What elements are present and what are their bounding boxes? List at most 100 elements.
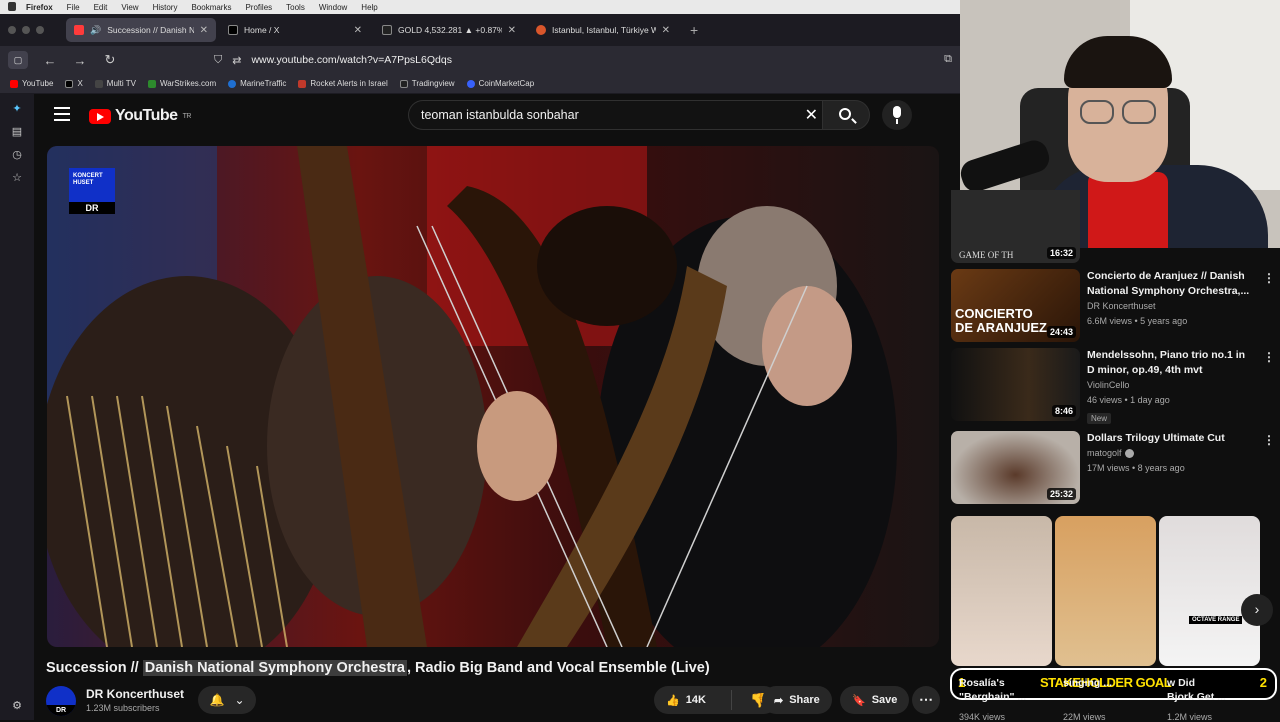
video-thumbnail[interactable]: 8:46 — [951, 348, 1080, 421]
tab-weather[interactable]: Istanbul, Istanbul, Türkiye Weath ✕ — [528, 18, 678, 42]
close-tab-icon[interactable]: ✕ — [354, 25, 362, 36]
video-thumbnail[interactable]: 25:32 — [951, 431, 1080, 504]
tab-gold[interactable]: GOLD 4,532.281 ▲ +0.87% Unn ✕ — [374, 18, 524, 42]
chevron-right-icon[interactable]: › — [1241, 594, 1273, 626]
video-duration: 16:32 — [1046, 247, 1076, 259]
bookmarks-bar: YouTube X Multi TV WarStrikes.com Marine… — [0, 74, 960, 94]
page-settings-icon[interactable]: ⇄ — [232, 54, 241, 67]
speaker-icon[interactable]: 🔊 — [90, 25, 101, 36]
browser-tab-bar: 🔊 Succession // Danish Nation ✕ Home / X… — [0, 14, 960, 46]
bookmark-tradingview[interactable]: Tradingview — [399, 79, 455, 88]
more-options-icon[interactable]: ⋮ — [1263, 271, 1275, 285]
synced-tabs-icon[interactable]: ▤ — [12, 125, 22, 138]
short-thumbnail[interactable] — [951, 516, 1052, 666]
menu-app[interactable]: Firefox — [26, 3, 53, 12]
bookmarks-star-icon[interactable]: ☆ — [12, 171, 22, 184]
bookmark-multitv[interactable]: Multi TV — [94, 79, 136, 88]
menu-window[interactable]: Window — [319, 3, 347, 12]
list-item[interactable]: GAME OF TH 16:32 — [951, 190, 1280, 264]
tab-youtube[interactable]: 🔊 Succession // Danish Nation ✕ — [66, 18, 216, 42]
menu-edit[interactable]: Edit — [94, 3, 108, 12]
clear-search-icon[interactable]: ✕ — [805, 105, 818, 125]
tab-x[interactable]: Home / X ✕ — [220, 18, 370, 42]
bookmark-x[interactable]: X — [65, 79, 83, 88]
new-tab-icon[interactable]: + — [682, 22, 706, 38]
menu-tools[interactable]: Tools — [286, 3, 305, 12]
video-thumbnail[interactable]: CONCIERTO DE ARANJUEZ 24:43 — [951, 269, 1080, 342]
like-button[interactable]: 👍 14K — [654, 690, 732, 710]
close-tab-icon[interactable]: ✕ — [662, 25, 670, 36]
video-info[interactable]: Mendelssohn, Piano trio no.1 in D minor,… — [1087, 348, 1255, 426]
shield-icon[interactable]: ⛉ — [214, 54, 222, 67]
subscribed-button[interactable]: 🔔 ⌄ — [198, 686, 256, 714]
menu-help[interactable]: Help — [361, 3, 377, 12]
youtube-logo[interactable]: YouTube TR — [89, 107, 191, 125]
video-info[interactable]: Dollars Trilogy Ultimate Cut matogolf 17… — [1087, 431, 1255, 476]
short-title[interactable]: w Did Bjork Get ... — [1167, 676, 1263, 704]
menu-profiles[interactable]: Profiles — [245, 3, 272, 12]
sidebar-toggle-icon[interactable]: ▢ — [8, 51, 28, 69]
back-icon[interactable]: ← — [42, 53, 58, 68]
zoom-window-icon[interactable] — [36, 26, 44, 34]
short-views: 394K views — [959, 712, 1006, 722]
short-views: 22M views — [1063, 712, 1106, 722]
channel-avatar[interactable] — [46, 686, 76, 716]
video-meta: 6.6M views • 5 years ago — [1087, 316, 1188, 326]
video-channel[interactable]: matogolf — [1087, 448, 1122, 458]
sidebar-settings-icon[interactable]: ⚙ — [12, 699, 22, 712]
window-controls — [0, 26, 66, 34]
list-item[interactable]: CONCIERTO DE ARANJUEZ 24:43 Concierto de… — [951, 269, 1280, 349]
menu-file[interactable]: File — [67, 3, 80, 12]
url-text[interactable]: www.youtube.com/watch?v=A7PpsL6Qdqs — [251, 54, 451, 66]
shorts-shelf: OCTAVE RANGE › 1 STAKEHOLDER GOAL 2 Rosa… — [950, 516, 1280, 722]
more-actions-button[interactable]: ⋯ — [912, 686, 940, 714]
close-window-icon[interactable] — [8, 26, 16, 34]
video-channel[interactable]: ViolinCello — [1087, 378, 1255, 393]
video-player[interactable]: KONCERT HUSET DR — [47, 146, 939, 647]
search-query[interactable]: teoman istanbulda sonbahar — [421, 108, 579, 122]
like-dislike-group: 👍 14K 👎 — [654, 686, 778, 714]
video-thumbnail[interactable]: GAME OF TH 16:32 — [951, 190, 1080, 263]
short-thumbnail[interactable]: OCTAVE RANGE — [1159, 516, 1260, 666]
forward-icon[interactable]: → — [72, 53, 88, 68]
channel-name[interactable]: DR Koncerthuset — [86, 687, 184, 701]
chart-icon — [399, 79, 408, 88]
tab-label: GOLD 4,532.281 ▲ +0.87% Unn — [398, 25, 502, 35]
menu-view[interactable]: View — [121, 3, 138, 12]
minimize-window-icon[interactable] — [22, 26, 30, 34]
list-item[interactable]: 8:46 Mendelssohn, Piano trio no.1 in D m… — [951, 348, 1280, 428]
list-item[interactable]: 25:32 Dollars Trilogy Ultimate Cut matog… — [951, 431, 1280, 511]
bookmark-coinmarketcap[interactable]: CoinMarketCap — [466, 79, 534, 88]
bell-icon: 🔔 — [209, 693, 225, 707]
search-button[interactable] — [822, 100, 870, 130]
firefox-sidebar: ✦ ▤ ◷ ☆ ⚙ — [0, 94, 34, 720]
menu-history[interactable]: History — [153, 3, 178, 12]
video-channel[interactable]: DR Koncerthuset — [1087, 299, 1255, 314]
picture-in-picture-icon[interactable]: ⧉ — [944, 53, 952, 66]
ai-chat-icon[interactable]: ✦ — [12, 102, 21, 115]
video-info[interactable]: Concierto de Aranjuez // Danish National… — [1087, 269, 1255, 329]
menu-icon[interactable] — [54, 107, 70, 121]
more-options-icon[interactable]: ⋮ — [1263, 433, 1275, 447]
bookmark-marinetraffic[interactable]: MarineTraffic — [228, 79, 286, 88]
save-button[interactable]: 🔖 Save — [840, 686, 910, 714]
reload-icon[interactable]: ↻ — [102, 52, 118, 68]
short-thumbnail[interactable] — [1055, 516, 1156, 666]
close-tab-icon[interactable]: ✕ — [200, 25, 208, 36]
more-options-icon[interactable]: ⋮ — [1263, 350, 1275, 364]
short-views: 1.2M views — [1167, 712, 1213, 722]
close-tab-icon[interactable]: ✕ — [508, 25, 516, 36]
youtube-header: YouTube TR teoman istanbulda sonbahar ✕ — [34, 94, 960, 136]
bookmark-rocket-alerts[interactable]: Rocket Alerts in Israel — [298, 79, 388, 88]
short-title[interactable]: singing ... — [1063, 676, 1159, 690]
voice-search-icon[interactable] — [882, 100, 912, 130]
bookmark-warstrikes[interactable]: WarStrikes.com — [147, 79, 216, 88]
apple-icon[interactable] — [8, 2, 16, 11]
url-bar[interactable]: ⛉ ⇄ www.youtube.com/watch?v=A7PpsL6Qdqs — [214, 54, 452, 67]
short-title[interactable]: Rosalía's "Berghain" ... — [959, 676, 1055, 704]
menu-bookmarks[interactable]: Bookmarks — [191, 3, 231, 12]
search-input[interactable]: teoman istanbulda sonbahar ✕ — [408, 100, 822, 130]
share-button[interactable]: ➦ Share — [762, 686, 832, 714]
history-icon[interactable]: ◷ — [12, 148, 22, 161]
bookmark-youtube[interactable]: YouTube — [10, 79, 53, 88]
